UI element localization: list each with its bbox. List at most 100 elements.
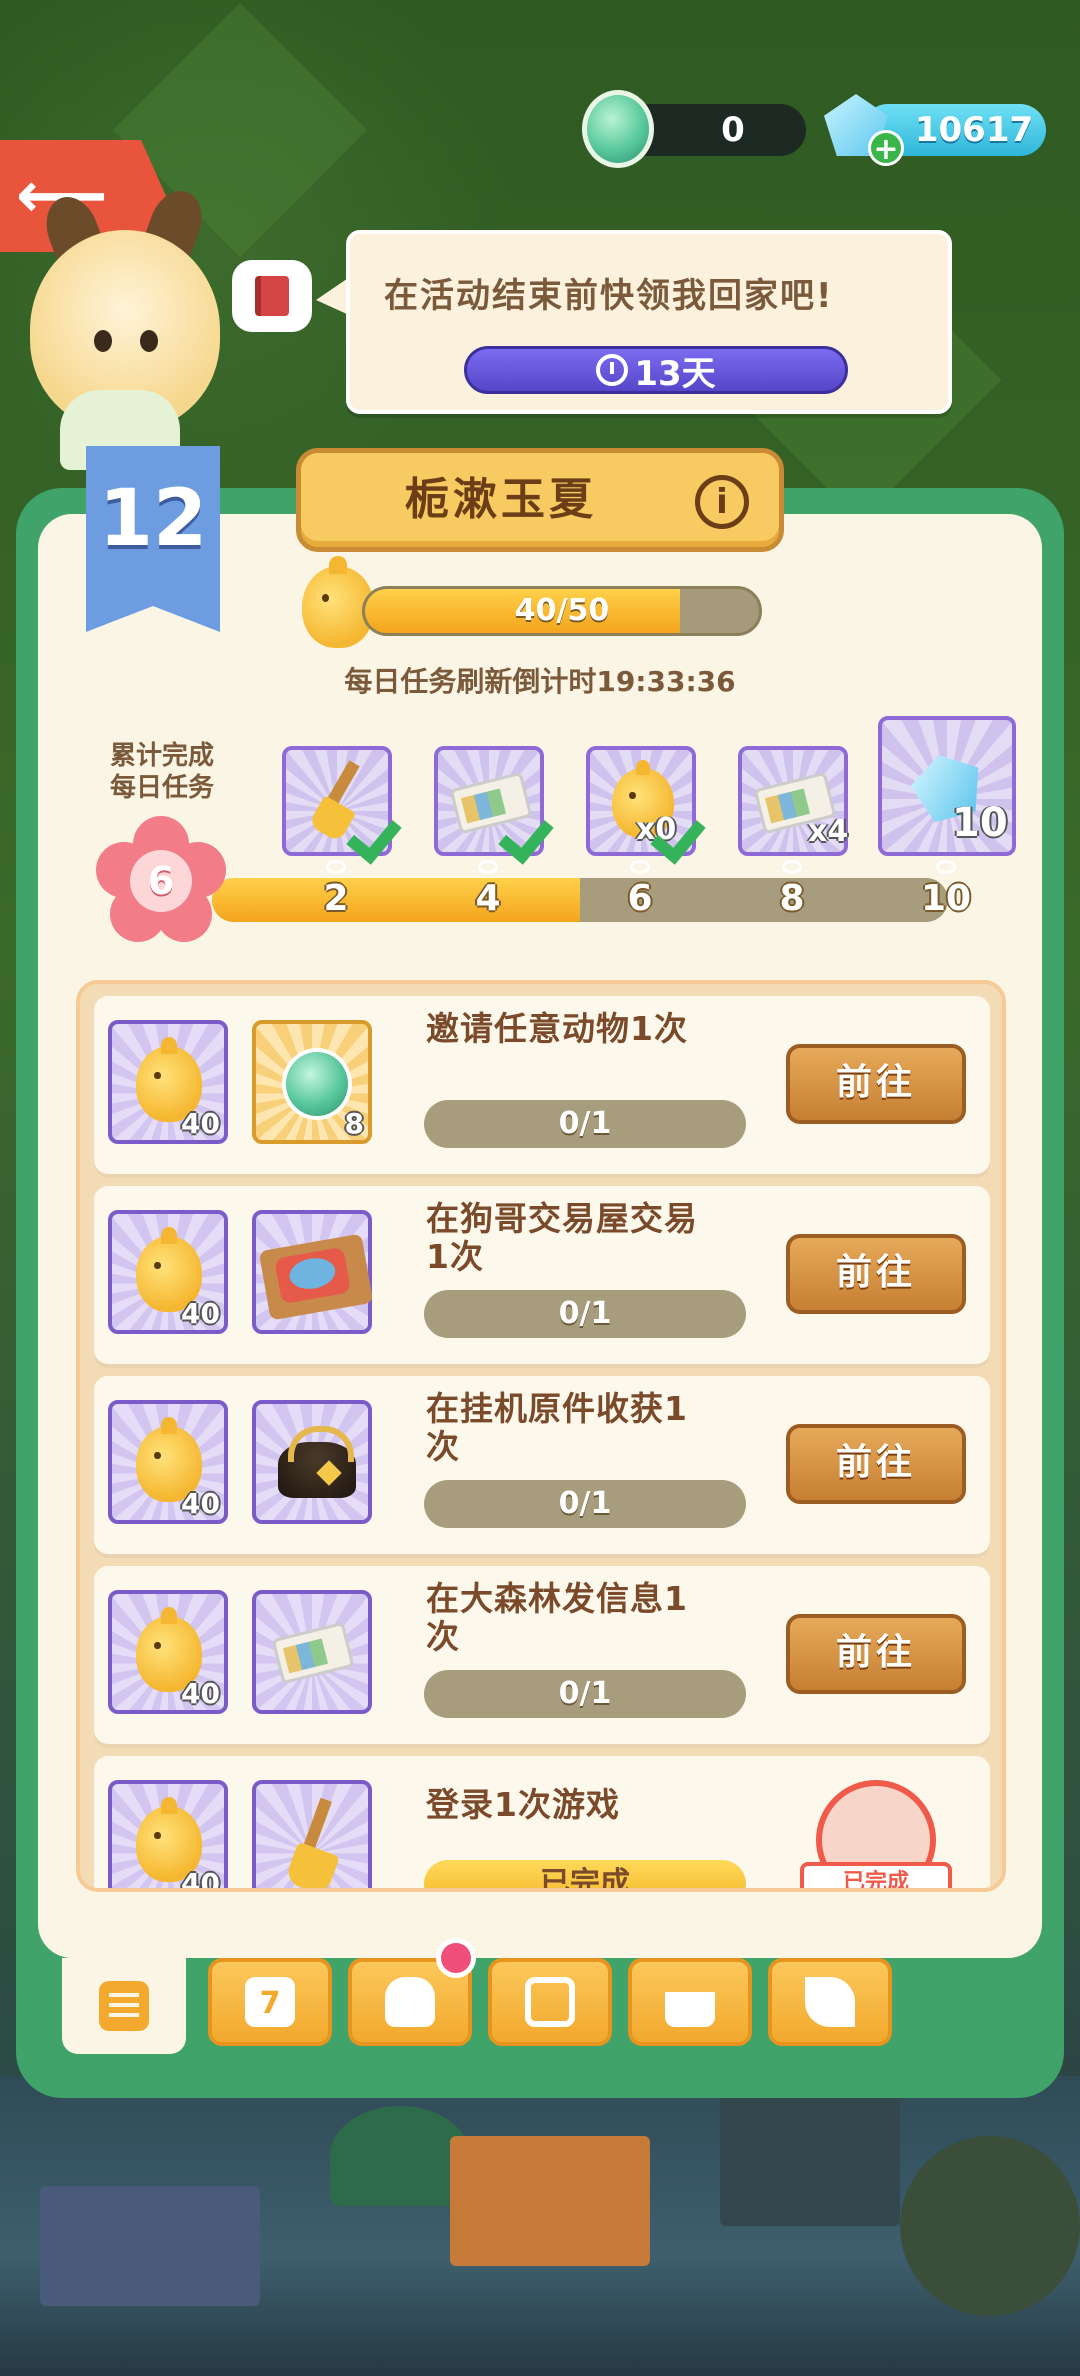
task-title: 在挂机原件收获1次 xyxy=(426,1389,688,1466)
reward-chick: 40 xyxy=(108,1590,228,1714)
reward-chick: 40 xyxy=(108,1210,228,1334)
coin-value: 0 xyxy=(721,110,745,150)
reward-count: 40 xyxy=(181,1487,220,1520)
book-icon xyxy=(255,276,289,316)
completed-count: 6 xyxy=(130,850,192,912)
event-progress-text: 40/50 xyxy=(514,593,610,628)
milestone-reward-8[interactable]: x4 xyxy=(738,746,848,856)
milestone-threshold: 4 xyxy=(475,878,501,919)
tab-gift[interactable] xyxy=(628,1958,752,2046)
claimed-check-icon xyxy=(654,806,714,856)
task-title: 登录1次游戏 xyxy=(426,1785,620,1824)
tab-tasks[interactable] xyxy=(62,1958,186,2054)
reward-item xyxy=(252,1780,372,1888)
milestone-fill xyxy=(212,878,580,922)
character-eye xyxy=(140,330,158,352)
go-button[interactable]: 前往 xyxy=(786,1044,966,1124)
claimed-check-icon xyxy=(502,806,562,856)
milestone-marker xyxy=(782,860,802,874)
tree xyxy=(900,2136,1080,2316)
flower-badge: 6 xyxy=(96,816,226,946)
timer-text: 13天 xyxy=(634,353,716,394)
reward-count: 40 xyxy=(181,1297,220,1330)
reward-chick: 40 xyxy=(108,1400,228,1524)
reward-count: 8 xyxy=(344,1107,364,1140)
task-progress: 已完成 xyxy=(424,1860,746,1888)
add-gems-button[interactable]: + xyxy=(868,130,904,167)
reward-item xyxy=(252,1210,374,1334)
tab-calendar[interactable]: 7 xyxy=(208,1958,332,2046)
info-icon[interactable]: i xyxy=(695,475,749,529)
speech-text: 在活动结束前快领我回家吧! xyxy=(384,276,834,316)
go-button[interactable]: 前往 xyxy=(786,1234,966,1314)
milestone-threshold: 8 xyxy=(779,878,805,919)
daily-refresh-countdown: 每日任务刷新倒计时19:33:36 xyxy=(344,665,736,698)
event-title: 栀漱玉夏 xyxy=(405,474,597,525)
milestone-marker xyxy=(326,860,346,874)
milestone-marker xyxy=(936,860,956,874)
umbrella xyxy=(330,2106,470,2206)
reward-item xyxy=(252,1400,372,1524)
completed-stamp: 已完成 xyxy=(800,1862,952,1888)
tab-bar: 7 xyxy=(38,1958,1042,2054)
milestone-threshold: 6 xyxy=(627,878,653,919)
event-timer: 13天 xyxy=(464,346,848,394)
reward-count: 40 xyxy=(181,1677,220,1710)
green-coin-icon xyxy=(582,90,654,168)
bag-icon xyxy=(278,1426,356,1498)
cumulative-label: 累计完成 每日任务 xyxy=(109,741,214,803)
milestone-count: 10 xyxy=(952,800,1008,846)
task-progress: 0/1 xyxy=(424,1480,746,1528)
task-title: 在狗哥交易屋交易1次 xyxy=(426,1199,698,1276)
event-title-plate: 栀漱玉夏 i xyxy=(296,448,784,552)
broom-head xyxy=(307,795,357,843)
reward-item xyxy=(252,1590,372,1714)
milestone-marker xyxy=(630,860,650,874)
gem-value: 10617 xyxy=(914,110,1034,150)
task-progress: 0/1 xyxy=(424,1290,746,1338)
go-button[interactable]: 前往 xyxy=(786,1424,966,1504)
reward-chick: 40 xyxy=(108,1020,228,1144)
storybook-button[interactable] xyxy=(232,260,312,332)
milestone-threshold: 10 xyxy=(920,878,972,919)
task-row: 40 8 邀请任意动物1次 0/1 前往 xyxy=(94,996,990,1174)
milestone-reward-10[interactable]: 10 xyxy=(878,716,1016,856)
ticket-icon xyxy=(271,1621,355,1685)
gift-icon xyxy=(665,1992,715,2027)
milestone-reward-2[interactable] xyxy=(282,746,392,856)
tab-leaf[interactable] xyxy=(768,1958,892,2046)
task-row: 40 登录1次游戏 已完成 已完成 xyxy=(94,1756,990,1892)
notification-dot xyxy=(436,1938,476,1978)
cards-icon xyxy=(525,1977,575,2027)
reward-count: 40 xyxy=(181,1107,220,1140)
claimed-check-icon xyxy=(350,806,410,856)
milestone-reward-6[interactable]: x0 xyxy=(586,746,696,856)
house-roof xyxy=(40,2186,260,2306)
hand-icon xyxy=(385,1977,435,2027)
task-progress: 0/1 xyxy=(424,1100,746,1148)
task-row: 40 在大森林发信息1次 0/1 前往 xyxy=(94,1566,990,1744)
tab-cards[interactable] xyxy=(488,1958,612,2046)
leaf-icon xyxy=(805,1977,855,2027)
milestone-threshold: 2 xyxy=(323,878,349,919)
coupon-icon xyxy=(258,1233,374,1321)
calendar-icon: 7 xyxy=(245,1977,295,2027)
milestone-count: x4 xyxy=(808,814,849,849)
task-row: 40 在狗哥交易屋交易1次 0/1 前往 xyxy=(94,1186,990,1364)
task-title: 在大森林发信息1次 xyxy=(426,1579,688,1656)
reward-item: 8 xyxy=(252,1020,372,1144)
task-list[interactable]: 40 8 邀请任意动物1次 0/1 前往 40 在狗哥交易屋交易1次 0/1 前… xyxy=(76,980,1006,1892)
task-title: 邀请任意动物1次 xyxy=(426,1009,688,1048)
food-truck xyxy=(450,2136,650,2266)
green-coin-icon xyxy=(282,1048,352,1120)
stall xyxy=(720,2096,900,2226)
character-eye xyxy=(94,330,112,352)
milestone-reward-4[interactable] xyxy=(434,746,544,856)
reward-count: 40 xyxy=(181,1867,220,1892)
town-background xyxy=(0,2076,1080,2376)
go-button[interactable]: 前往 xyxy=(786,1614,966,1694)
task-progress: 0/1 xyxy=(424,1670,746,1718)
task-row: 40 在挂机原件收获1次 0/1 前往 xyxy=(94,1376,990,1554)
event-progress-bar: 40/50 xyxy=(362,586,762,636)
milestone-marker xyxy=(478,860,498,874)
